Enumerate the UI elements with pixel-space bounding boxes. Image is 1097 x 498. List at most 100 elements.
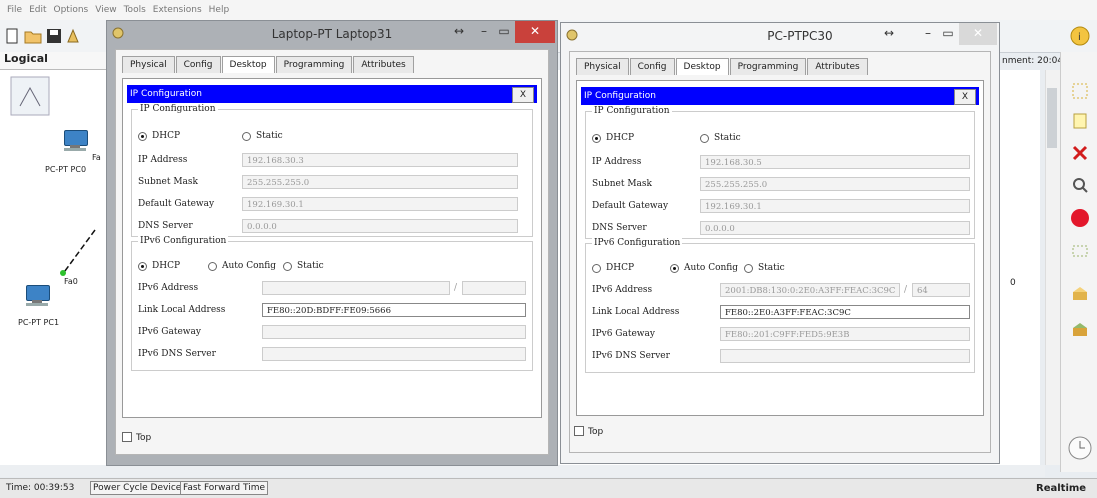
add-complex-pdu-icon[interactable]	[1071, 320, 1089, 338]
v6-dhcp-radio[interactable]	[592, 264, 601, 273]
v6-dhcp-radio[interactable]	[138, 262, 147, 271]
static-radio[interactable]	[700, 134, 709, 143]
tab-config[interactable]: Config	[175, 56, 221, 73]
note-icon[interactable]	[1071, 112, 1089, 130]
prefix-separator: /	[454, 283, 458, 293]
realtime-mode-label[interactable]: Realtime	[1036, 483, 1086, 494]
expand-icon[interactable]: ↔	[879, 23, 899, 45]
static-radio[interactable]	[242, 132, 251, 141]
link-local-input[interactable]: FE80::2E0:A3FF:FEAC:3C9C	[720, 305, 970, 319]
menu-options[interactable]: Options	[54, 5, 89, 15]
pc0-label: PC-PT PC0	[45, 165, 87, 174]
dns-input[interactable]: 0.0.0.0	[700, 221, 970, 235]
delete-icon[interactable]	[1071, 144, 1089, 162]
menu-extensions[interactable]: Extensions	[153, 5, 202, 15]
v6-static-radio[interactable]	[283, 262, 292, 271]
tab-programming[interactable]: Programming	[729, 58, 807, 75]
pc30-window: PC-PTPC30 ↔ – ▭ ✕ Physical Config Deskto…	[560, 22, 1000, 464]
prefix-input[interactable]: 64	[912, 283, 970, 297]
close-ip-config-button[interactable]: X	[512, 87, 534, 103]
menu-tools[interactable]: Tools	[124, 5, 146, 15]
logical-tab[interactable]: Logical	[0, 52, 110, 70]
open-folder-icon[interactable]	[24, 28, 42, 44]
maximize-icon[interactable]: ▭	[495, 21, 513, 43]
right-tool-panel	[1060, 52, 1097, 472]
ipv6-address-input[interactable]: 2001:DB8:130:0:2E0:A3FF:FEAC:3C9C	[720, 283, 900, 297]
add-simple-pdu-icon[interactable]	[1071, 284, 1089, 302]
dns-input[interactable]: 0.0.0.0	[242, 219, 518, 233]
expand-icon[interactable]: ↔	[449, 21, 469, 43]
simulation-time: Time: 00:39:53	[6, 483, 75, 493]
close-ip-config-button[interactable]: X	[954, 89, 976, 105]
ip-address-input[interactable]: 192.168.30.5	[700, 155, 970, 169]
gateway-input[interactable]: 192.169.30.1	[700, 199, 970, 213]
tab-attributes[interactable]: Attributes	[353, 56, 414, 73]
select-icon[interactable]	[1071, 82, 1089, 100]
tab-desktop[interactable]: Desktop	[221, 56, 275, 73]
tab-physical[interactable]: Physical	[122, 56, 175, 73]
maximize-icon[interactable]: ▭	[939, 23, 957, 45]
horizontal-scrollbar[interactable]	[0, 465, 1045, 477]
svg-text:i: i	[1078, 32, 1081, 43]
top-label: Top	[136, 433, 152, 443]
vertical-scroll-thumb[interactable]	[1047, 88, 1057, 148]
v6-auto-radio[interactable]	[208, 262, 217, 271]
draw-ellipse-icon[interactable]	[1069, 207, 1091, 229]
link-local-label: Link Local Address	[138, 305, 226, 315]
ip-address-label: IP Address	[138, 155, 188, 165]
pc1-icon[interactable]	[24, 285, 50, 307]
menu-view[interactable]: View	[95, 5, 116, 15]
tab-desktop[interactable]: Desktop	[675, 58, 729, 75]
ipv6-gateway-input[interactable]	[262, 325, 526, 339]
ip-address-input[interactable]: 192.168.30.3	[242, 153, 518, 167]
pc0-icon[interactable]	[62, 130, 88, 152]
gateway-label: Default Gateway	[138, 199, 215, 209]
minimize-icon[interactable]: –	[473, 21, 495, 43]
minimize-icon[interactable]: –	[917, 23, 939, 45]
gateway-input[interactable]: 192.169.30.1	[242, 197, 518, 211]
window-body: Physical Config Desktop Programming Attr…	[115, 49, 549, 455]
tab-physical[interactable]: Physical	[576, 58, 629, 75]
tab-attributes[interactable]: Attributes	[807, 58, 868, 75]
resize-icon[interactable]	[1071, 242, 1089, 260]
tab-config[interactable]: Config	[629, 58, 675, 75]
new-file-icon[interactable]	[4, 28, 20, 44]
menu-file[interactable]: File	[7, 5, 22, 15]
subnet-input[interactable]: 255.255.255.0	[242, 175, 518, 189]
ipv4-legend: IP Configuration	[138, 104, 218, 114]
top-label: Top	[588, 427, 604, 437]
v6-auto-radio[interactable]	[670, 264, 679, 273]
close-window-icon[interactable]: ✕	[959, 23, 997, 45]
power-cycle-button[interactable]: Power Cycle Devices	[90, 481, 189, 495]
top-checkbox[interactable]	[122, 432, 132, 442]
v6-static-radio[interactable]	[744, 264, 753, 273]
ipv6-address-input[interactable]	[262, 281, 450, 295]
save-icon[interactable]	[46, 28, 62, 44]
inspect-icon[interactable]	[1071, 176, 1089, 194]
ip-config-panel: IP Configuration X IP Configuration DHCP…	[122, 78, 542, 418]
ipv6-address-label: IPv6 Address	[138, 283, 199, 293]
ipv6-dns-input[interactable]	[262, 347, 526, 361]
activity-wizard-icon[interactable]	[66, 28, 80, 44]
subnet-input[interactable]: 255.255.255.0	[700, 177, 970, 191]
top-checkbox[interactable]	[574, 426, 584, 436]
ipv6-dns-input[interactable]	[720, 349, 970, 363]
realtime-clock-icon[interactable]	[1067, 435, 1093, 461]
close-window-icon[interactable]: ✕	[515, 21, 555, 43]
fast-forward-button[interactable]: Fast Forward Time	[180, 481, 269, 495]
prefix-input[interactable]	[462, 281, 526, 295]
ipv4-fieldset: IP Configuration DHCP Static IP Address …	[585, 106, 975, 239]
ip-config-title: IP Configuration	[130, 89, 202, 99]
ip-config-header: IP Configuration X	[581, 87, 979, 105]
ipv6-gateway-label: IPv6 Gateway	[138, 327, 201, 337]
dhcp-radio[interactable]	[592, 134, 601, 143]
dhcp-radio[interactable]	[138, 132, 147, 141]
menu-edit[interactable]: Edit	[29, 5, 46, 15]
ipv6-gateway-input[interactable]: FE80::201:C9FF:FED5:9E3B	[720, 327, 970, 341]
ipv4-fieldset: IP Configuration DHCP Static IP Address …	[131, 104, 533, 237]
info-icon[interactable]: i	[1070, 26, 1090, 46]
menu-help[interactable]: Help	[209, 5, 230, 15]
link-local-label: Link Local Address	[592, 307, 680, 317]
link-local-input[interactable]: FE80::20D:BDFF:FE09:5666	[262, 303, 526, 317]
tab-programming[interactable]: Programming	[275, 56, 353, 73]
